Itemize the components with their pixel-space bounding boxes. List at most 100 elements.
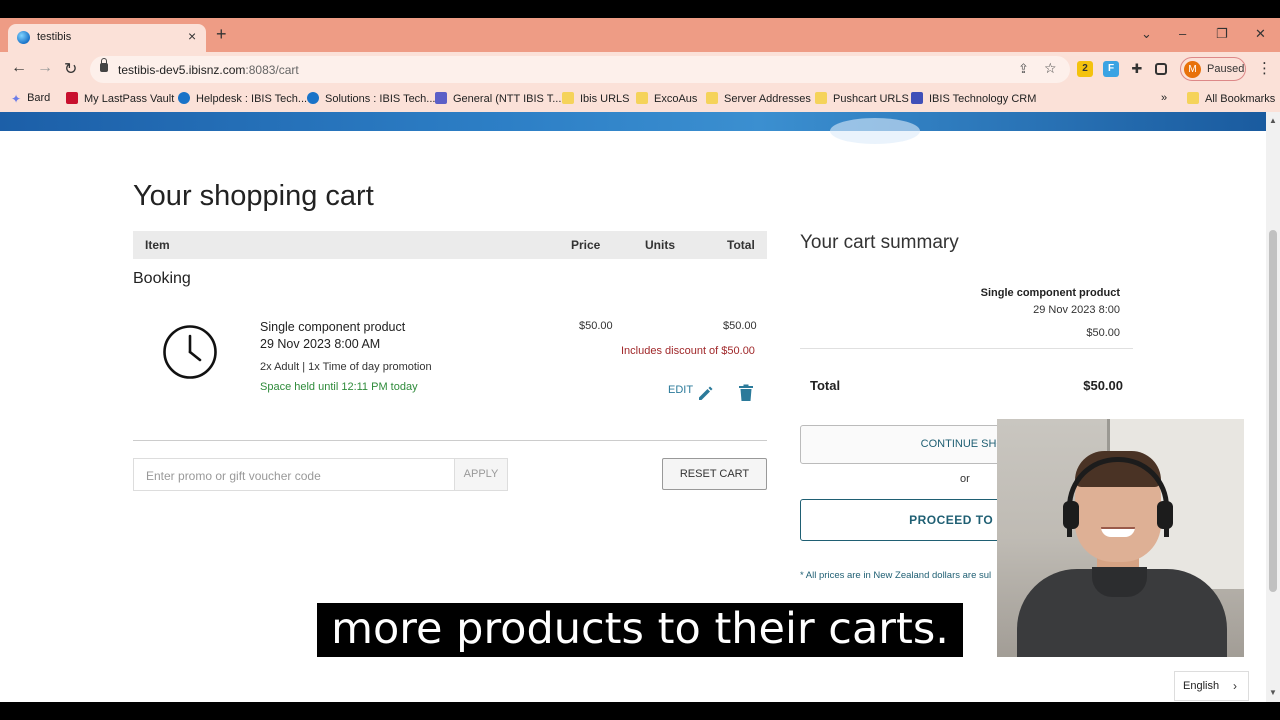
- forward-icon[interactable]: →: [37, 59, 53, 77]
- product-date: 29 Nov 2023 8:00 AM: [260, 337, 381, 351]
- tab-strip: testibis × + ⌄ – ❐ ✕: [0, 18, 1280, 52]
- pencil-icon[interactable]: [697, 384, 715, 402]
- edit-button[interactable]: EDIT: [668, 384, 693, 396]
- summary-total-value: $50.00: [1083, 378, 1123, 393]
- reset-cart-button[interactable]: RESET CART: [662, 458, 767, 490]
- product-name: Single component product: [260, 320, 406, 334]
- bookmark-bard[interactable]: ✦ Bard: [11, 92, 50, 106]
- presenter-smile: [1101, 527, 1135, 537]
- summary-title: Your cart summary: [800, 232, 959, 253]
- product-total: $50.00: [723, 320, 757, 332]
- summary-item-name: Single component product: [980, 287, 1120, 299]
- side-panel-icon[interactable]: [1155, 63, 1167, 75]
- back-icon[interactable]: ←: [11, 59, 27, 77]
- headset-right-cup: [1157, 501, 1173, 529]
- scroll-down-icon[interactable]: ▼: [1269, 688, 1277, 697]
- language-selector[interactable]: English ›: [1174, 671, 1249, 701]
- bookmark-solutions[interactable]: Solutions : IBIS Tech...: [307, 92, 435, 105]
- globe-icon: [307, 92, 319, 104]
- presenter-collar: [1092, 567, 1147, 597]
- extension-notes-icon[interactable]: 2: [1077, 61, 1093, 77]
- folder-icon: [815, 92, 827, 104]
- lock-icon: [100, 58, 108, 72]
- scroll-thumb[interactable]: [1269, 230, 1277, 592]
- bookmark-ibis-crm[interactable]: IBIS Technology CRM: [911, 92, 1036, 105]
- tab-title: testibis: [37, 31, 72, 43]
- new-tab-icon[interactable]: +: [216, 24, 227, 45]
- video-caption: more products to their carts.: [317, 603, 963, 657]
- cart-table-header: Item Price Units Total: [133, 231, 767, 259]
- tab-search-icon[interactable]: ⌄: [1141, 26, 1152, 42]
- globe-icon: [178, 92, 190, 104]
- clock-icon: [163, 325, 217, 379]
- profile-status: Paused: [1207, 63, 1245, 75]
- bookmark-lastpass[interactable]: My LastPass Vault: [66, 92, 174, 105]
- crm-icon: [911, 92, 923, 104]
- cart-divider: [133, 440, 767, 441]
- browser-toolbar: ← → ↻ testibis-dev5.ibisnz.com:8083/cart…: [0, 52, 1280, 86]
- url-text: testibis-dev5.ibisnz.com:8083/cart: [118, 63, 299, 77]
- restore-icon[interactable]: ❐: [1216, 26, 1228, 42]
- column-price: Price: [571, 238, 601, 252]
- summary-divider: [800, 348, 1133, 349]
- close-tab-icon[interactable]: ×: [188, 28, 196, 44]
- summary-total-label: Total: [810, 378, 841, 393]
- bookmarks-overflow-icon[interactable]: »: [1161, 92, 1167, 104]
- trash-icon[interactable]: [738, 384, 754, 402]
- sparkle-icon: ✦: [11, 92, 22, 106]
- header-banner: [0, 112, 1266, 144]
- folder-icon: [562, 92, 574, 104]
- webcam-overlay: [997, 419, 1244, 657]
- extensions-puzzle-icon[interactable]: ✚: [1129, 61, 1145, 77]
- tab-testibis[interactable]: testibis ×: [8, 24, 206, 52]
- folder-icon: [636, 92, 648, 104]
- extension-f-icon[interactable]: F: [1103, 61, 1119, 77]
- bookmark-ibis-urls[interactable]: Ibis URLS: [562, 92, 630, 105]
- column-total: Total: [727, 238, 755, 252]
- window-close-icon[interactable]: ✕: [1255, 26, 1266, 42]
- product-price: $50.00: [579, 320, 613, 332]
- currency-note: * All prices are in New Zealand dollars …: [800, 570, 992, 581]
- summary-item-price: $50.00: [1086, 327, 1120, 339]
- bookmark-helpdesk[interactable]: Helpdesk : IBIS Tech...: [178, 92, 307, 105]
- minimize-icon[interactable]: –: [1179, 26, 1186, 41]
- globe-icon: [17, 31, 30, 44]
- language-label: English: [1183, 680, 1220, 692]
- bookmark-pushcart-urls[interactable]: Pushcart URLS: [815, 92, 909, 105]
- folder-icon: [706, 92, 718, 104]
- menu-kebab-icon[interactable]: ⋮: [1257, 59, 1272, 77]
- lastpass-icon: [66, 92, 78, 104]
- chevron-right-icon: ›: [1233, 679, 1237, 693]
- bookmark-general[interactable]: General (NTT IBIS T...: [435, 92, 561, 105]
- profile-button[interactable]: M Paused: [1180, 57, 1246, 81]
- section-heading: Booking: [133, 270, 191, 287]
- top-letterbox: [0, 0, 1280, 18]
- teams-icon: [435, 92, 447, 104]
- share-icon[interactable]: ⇪: [1018, 61, 1029, 77]
- bookmarks-bar: ✦ Bard My LastPass Vault Helpdesk : IBIS …: [0, 86, 1280, 112]
- headset-left-cup: [1063, 501, 1079, 529]
- apply-button[interactable]: APPLY: [454, 458, 508, 491]
- screen: testibis × + ⌄ – ❐ ✕ ← → ↻ testibis-dev5…: [0, 0, 1280, 720]
- discount-note: Includes discount of $50.00: [621, 345, 755, 357]
- scroll-up-icon[interactable]: ▲: [1269, 116, 1277, 125]
- banner-glow: [830, 118, 920, 144]
- column-units: Units: [645, 238, 675, 252]
- summary-item-date: 29 Nov 2023 8:00: [1033, 304, 1120, 316]
- avatar: M: [1184, 61, 1201, 78]
- bottom-letterbox: [0, 702, 1280, 720]
- bookmark-server-addresses[interactable]: Server Addresses: [706, 92, 811, 105]
- bookmark-excoaus[interactable]: ExcoAus: [636, 92, 697, 105]
- space-held-status: Space held until 12:11 PM today: [260, 381, 418, 393]
- bookmark-star-icon[interactable]: ☆: [1044, 60, 1057, 77]
- reload-icon[interactable]: ↻: [64, 59, 77, 79]
- promo-code-input[interactable]: Enter promo or gift voucher code: [133, 458, 455, 491]
- page-title: Your shopping cart: [133, 180, 374, 212]
- product-options: 2x Adult | 1x Time of day promotion: [260, 361, 432, 373]
- or-separator: or: [960, 473, 970, 485]
- all-bookmarks[interactable]: All Bookmarks: [1187, 92, 1275, 105]
- address-bar[interactable]: testibis-dev5.ibisnz.com:8083/cart ⇪ ☆: [90, 56, 1070, 83]
- column-item: Item: [145, 238, 170, 252]
- folder-icon: [1187, 92, 1199, 104]
- page-scrollbar[interactable]: ▲ ▼: [1266, 112, 1280, 702]
